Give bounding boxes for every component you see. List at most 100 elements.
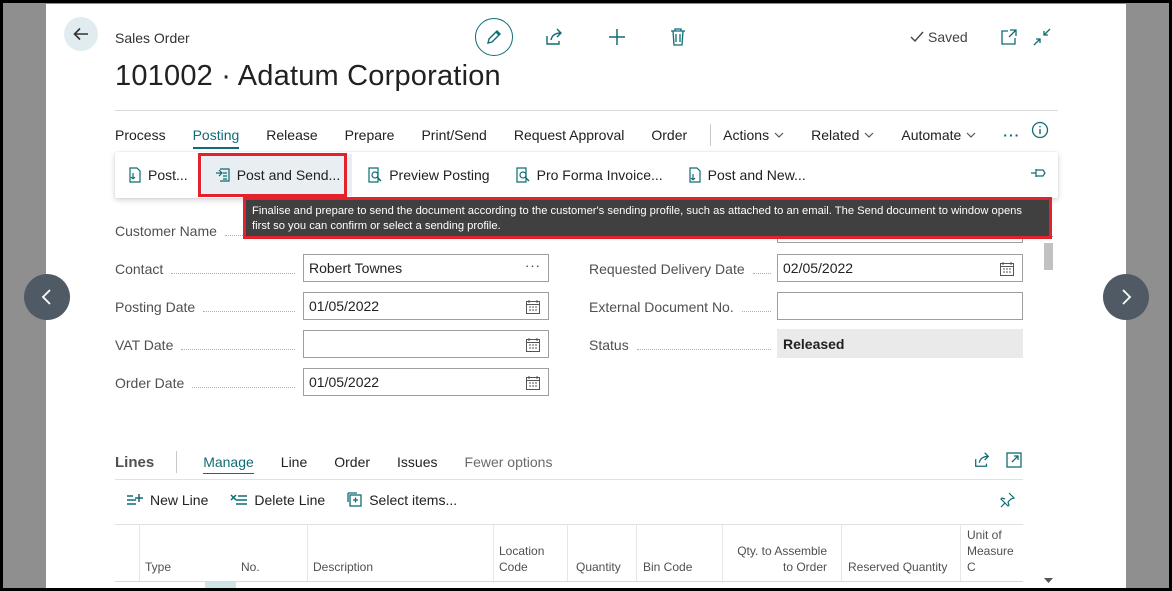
col-qty-to-assemble[interactable]: Qty. to Assemble to Order [729,543,827,575]
post-and-new-button[interactable]: Post and New... [675,155,818,195]
saved-label: Saved [928,29,968,45]
post-and-send-button[interactable]: Post and Send... [201,154,353,196]
menu-related-label: Related [811,127,860,143]
delete-line-button[interactable]: Delete Line [230,492,325,508]
chevron-down-icon [966,132,976,138]
vat-date-label: VAT Date [115,336,295,354]
preview-posting-button[interactable]: Preview Posting [354,155,501,195]
post-and-send-tooltip: Finalise and prepare to send the documen… [243,197,1052,239]
lines-tab-issues[interactable]: Issues [397,454,437,470]
more-options-button[interactable]: ··· [1003,127,1020,143]
row-selection-cell[interactable] [205,582,236,588]
open-new-window-button[interactable] [998,26,1020,48]
col-location-code[interactable]: Location Code [499,543,559,575]
lines-fewer-options[interactable]: Fewer options [465,454,553,470]
info-button[interactable] [1031,121,1049,144]
col-reserved-quantity[interactable]: Reserved Quantity [848,559,947,575]
calendar-icon[interactable] [525,299,541,318]
menu-process[interactable]: Process [115,127,166,143]
share-button[interactable] [543,26,565,48]
expand-icon[interactable] [1005,451,1023,469]
new-line-label: New Line [150,492,209,508]
menu-posting[interactable]: Posting [192,127,239,149]
arrow-left-icon [73,27,88,41]
preview-icon [368,167,382,183]
page-scrollbar[interactable] [1042,217,1054,588]
lines-grid-header: Type No. Description Location Code Quant… [115,525,1023,582]
lines-tab-order[interactable]: Order [334,454,370,470]
select-items-label: Select items... [369,492,458,508]
calendar-icon[interactable] [525,337,541,356]
delete-line-label: Delete Line [254,492,326,508]
menu-print-send[interactable]: Print/Send [421,127,486,143]
delete-button[interactable] [667,26,689,48]
posting-date-value: 01/05/2022 [309,298,380,314]
menu-request-approval[interactable]: Request Approval [514,127,625,143]
menu-actions[interactable]: Actions [723,127,784,143]
menu-related[interactable]: Related [811,127,874,143]
menu-order[interactable]: Order [651,127,687,143]
external-doc-label: External Document No. [589,298,771,316]
status-label-text: Status [589,337,629,353]
pro-forma-invoice-label: Pro Forma Invoice... [536,167,663,183]
menu-actions-label: Actions [723,127,770,143]
back-button[interactable] [64,17,98,51]
col-bin-code[interactable]: Bin Code [643,559,692,575]
calendar-icon[interactable] [525,375,541,394]
contact-field[interactable]: Robert Townes ··· [303,254,549,282]
column-separator [722,525,723,581]
calendar-icon[interactable] [999,261,1015,280]
next-slide-button[interactable] [1103,274,1149,320]
lines-tab-line[interactable]: Line [281,454,307,470]
share-icon [546,28,562,45]
post-and-send-icon [215,168,230,182]
personalize-button[interactable] [998,491,1016,514]
previous-slide-button[interactable] [24,274,70,320]
contact-label: Contact [115,260,295,278]
col-unit-of-measure[interactable]: Unit of Measure C [967,527,1023,575]
col-description[interactable]: Description [313,559,373,575]
select-items-button[interactable]: Select items... [347,492,457,508]
lookup-ellipsis-icon[interactable]: ··· [525,258,541,273]
requested-delivery-label: Requested Delivery Date [589,260,771,278]
new-button[interactable] [606,26,628,48]
external-document-no-field[interactable] [777,292,1023,320]
pro-forma-invoice-button[interactable]: Pro Forma Invoice... [502,155,675,195]
column-separator [841,525,842,581]
requested-delivery-date-field[interactable]: 02/05/2022 [777,254,1023,282]
col-type[interactable]: Type [145,559,171,575]
col-quantity[interactable]: Quantity [576,559,621,575]
column-separator [636,525,637,581]
posting-date-label: Posting Date [115,298,295,316]
scroll-thumb[interactable] [1044,243,1053,270]
pin-ribbon-button[interactable] [1030,166,1048,185]
chevron-down-icon [774,132,784,138]
post-button[interactable]: Post... [115,155,200,195]
select-items-icon [347,492,362,507]
column-separator [960,525,961,581]
lines-tab-manage[interactable]: Manage [203,454,254,474]
open-in-new-window-icon [1001,29,1017,45]
posting-ribbon: Post... Post and Send... Preview Posting… [115,152,1058,198]
menu-prepare[interactable]: Prepare [345,127,395,143]
menu-release[interactable]: Release [266,127,317,143]
posting-date-field[interactable]: 01/05/2022 [303,292,549,320]
menu-automate[interactable]: Automate [901,127,976,143]
page-type-label: Sales Order [115,30,190,46]
pin-personalize-icon [1000,492,1016,508]
order-date-field[interactable]: 01/05/2022 [303,368,549,396]
share-icon[interactable] [973,451,991,469]
contact-label-text: Contact [115,261,164,277]
lines-divider [115,479,1023,480]
new-line-button[interactable]: New Line [126,492,208,508]
pencil-icon [487,30,501,44]
lines-title[interactable]: Lines [115,454,154,471]
col-no[interactable]: No. [241,559,260,575]
edit-button[interactable] [475,18,513,56]
trash-icon [671,28,685,46]
vat-date-field[interactable] [303,330,549,358]
table-row[interactable] [115,582,1023,588]
external-doc-label-text: External Document No. [589,299,734,315]
collapse-button[interactable] [1031,26,1053,48]
info-icon [1031,121,1049,139]
